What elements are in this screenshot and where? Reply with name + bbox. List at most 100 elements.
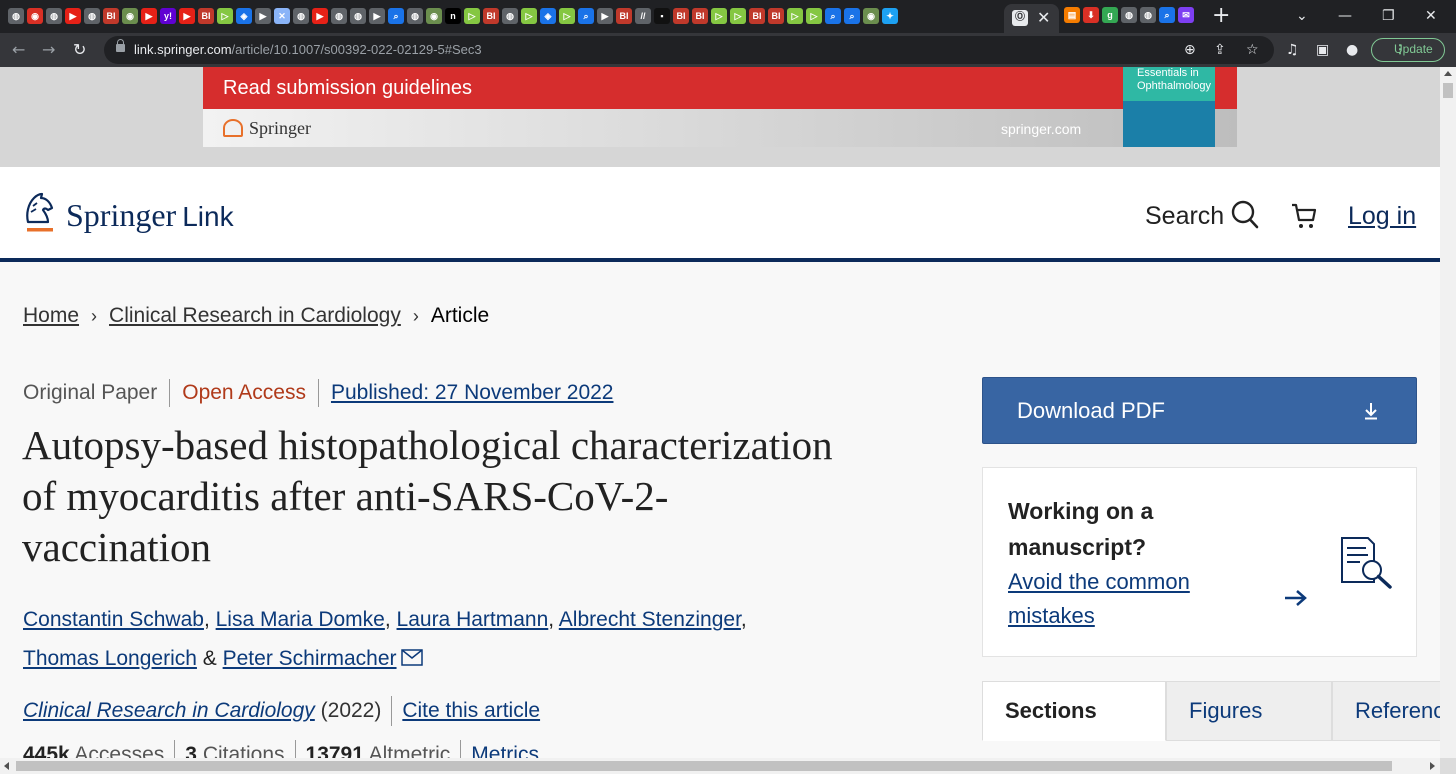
tab-favicon-globe-icon[interactable]: ◍ — [1140, 7, 1156, 23]
tab-favicon-twitter-icon[interactable]: ✦ — [882, 8, 898, 24]
tab-favicon-youtube-icon[interactable]: ▶ — [65, 8, 81, 24]
tab-favicon-rumble-icon[interactable]: ▷ — [559, 8, 575, 24]
tab-favicon-business-insider-icon[interactable]: BI — [103, 8, 119, 24]
tab-favicon-scene-icon[interactable]: ◉ — [863, 8, 879, 24]
forward-button[interactable]: → — [42, 38, 55, 62]
zoom-icon[interactable]: ⊕ — [1184, 38, 1196, 62]
tab-favicon-flag-icon[interactable]: ▶ — [255, 8, 271, 24]
tab-sections[interactable]: Sections — [982, 681, 1166, 741]
tab-favicon-search-icon[interactable]: ⌕ — [578, 8, 594, 24]
ad-image[interactable]: Read submission guidelines Springer spri… — [203, 67, 1237, 147]
vertical-scrollbar[interactable] — [1440, 67, 1456, 774]
breadcrumb-home[interactable]: Home — [23, 304, 79, 327]
tab-favicon-business-insider-icon[interactable]: BI — [616, 8, 632, 24]
tab-favicon-business-insider-icon[interactable]: BI — [749, 8, 765, 24]
minimize-button[interactable]: — — [1338, 5, 1352, 27]
tab-favicon-scene-icon[interactable]: ◉ — [426, 8, 442, 24]
download-pdf-button[interactable]: Download PDF — [982, 377, 1417, 444]
journal-link[interactable]: Clinical Research in Cardiology — [23, 699, 315, 722]
breadcrumb-journal[interactable]: Clinical Research in Cardiology — [109, 304, 401, 327]
tab-favicon-flag-icon[interactable]: ▶ — [597, 8, 613, 24]
tab-favicon-globe-icon[interactable]: ◍ — [84, 8, 100, 24]
scroll-up-icon[interactable] — [1444, 71, 1452, 76]
tab-favicon-rumble-icon[interactable]: ▷ — [730, 8, 746, 24]
close-tab-icon[interactable]: ✕ — [1037, 8, 1050, 28]
tab-search-chevron-icon[interactable]: ⌄ — [1296, 5, 1308, 27]
reload-button[interactable]: ↻ — [73, 38, 86, 62]
tab-favicon-scene-icon[interactable]: ◉ — [27, 8, 43, 24]
tab-favicon-search-icon[interactable]: ⌕ — [1159, 7, 1175, 23]
tab-favicon-mail-icon[interactable]: ✉ — [1178, 7, 1194, 23]
author-link[interactable]: Albrecht Stenzinger — [559, 608, 741, 631]
tab-favicon-ll-icon[interactable]: // — [635, 8, 651, 24]
tab-favicon-youtube-icon[interactable]: ▶ — [312, 8, 328, 24]
url-text[interactable]: link.springer.com/article/10.1007/s00392… — [134, 36, 482, 64]
tab-favicon-globe-icon[interactable]: ◍ — [407, 8, 423, 24]
tab-favicon-map-icon[interactable]: ✕ — [274, 8, 290, 24]
tab-favicon-rumble-icon[interactable]: ▷ — [521, 8, 537, 24]
tab-favicon-business-insider-icon[interactable]: BI — [198, 8, 214, 24]
bookmark-star-icon[interactable]: ☆ — [1246, 38, 1259, 62]
tab-references[interactable]: References — [1332, 681, 1440, 741]
tab-favicon-search-icon[interactable]: ⌕ — [844, 8, 860, 24]
scroll-left-icon[interactable] — [4, 762, 9, 770]
tab-favicon-rumble-icon[interactable]: ▷ — [464, 8, 480, 24]
lock-icon[interactable] — [116, 39, 125, 52]
media-control-icon[interactable]: ♫ — [1286, 38, 1299, 62]
email-icon[interactable] — [400, 649, 423, 666]
tab-favicon-yahoo-icon[interactable]: y! — [160, 8, 176, 24]
tab-favicon-globe-icon[interactable]: ◍ — [293, 8, 309, 24]
arrow-right-icon[interactable] — [1283, 588, 1309, 608]
tab-favicon-bookmark-icon[interactable]: ▤ — [1064, 7, 1080, 23]
tab-favicon-business-insider-icon[interactable]: BI — [692, 8, 708, 24]
tab-favicon-n-icon[interactable]: n — [445, 8, 461, 24]
tab-favicon-business-insider-icon[interactable]: BI — [768, 8, 784, 24]
author-link[interactable]: Thomas Longerich — [23, 647, 197, 670]
tab-favicon-globe-icon[interactable]: ◍ — [46, 8, 62, 24]
tab-favicon-rumble-icon[interactable]: ▷ — [711, 8, 727, 24]
manuscript-link[interactable]: Avoid the common mistakes — [1008, 565, 1228, 633]
cite-article-link[interactable]: Cite this article — [402, 699, 540, 722]
horizontal-scrollbar[interactable] — [0, 758, 1440, 774]
tab-figures[interactable]: Figures — [1166, 681, 1332, 741]
scroll-right-icon[interactable] — [1430, 762, 1435, 770]
author-link[interactable]: Constantin Schwab — [23, 608, 204, 631]
author-link[interactable]: Lisa Maria Domke — [216, 608, 385, 631]
new-tab-button[interactable]: + — [1212, 3, 1230, 29]
update-button[interactable]: Update ⋮ — [1371, 38, 1445, 62]
tab-favicon-youtube-icon[interactable]: ▶ — [141, 8, 157, 24]
cart-icon[interactable] — [1290, 202, 1318, 230]
horizontal-scroll-thumb[interactable] — [16, 761, 1392, 771]
address-bar[interactable]: link.springer.com/article/10.1007/s00392… — [104, 36, 1274, 64]
tab-favicon-youtube-icon[interactable]: ▶ — [179, 8, 195, 24]
author-link[interactable]: Peter Schirmacher — [223, 647, 397, 670]
active-tab[interactable]: Ⓞ ✕ — [1004, 4, 1059, 33]
tab-favicon-rumble-icon[interactable]: ▷ — [217, 8, 233, 24]
tab-favicon-globe-icon[interactable]: ◍ — [331, 8, 347, 24]
search-link[interactable]: Search — [1145, 201, 1224, 231]
tab-favicon-search-icon[interactable]: ⌕ — [825, 8, 841, 24]
tab-favicon-scene-icon[interactable]: ◉ — [122, 8, 138, 24]
tab-favicon-g-icon[interactable]: g — [1102, 7, 1118, 23]
published-date-link[interactable]: Published: 27 November 2022 — [331, 381, 614, 404]
tab-favicon-flag-icon[interactable]: ▶ — [369, 8, 385, 24]
tab-favicon-rumble-icon[interactable]: ▷ — [806, 8, 822, 24]
tab-favicon-search-icon[interactable]: ⌕ — [388, 8, 404, 24]
tab-favicon-shield-icon[interactable]: ◈ — [236, 8, 252, 24]
tab-favicon-rumble-icon[interactable]: ▷ — [787, 8, 803, 24]
restore-button[interactable]: ❐ — [1382, 5, 1395, 27]
tab-favicon-globe-icon[interactable]: ◍ — [1121, 7, 1137, 23]
tab-favicon-download-icon[interactable]: ⬇ — [1083, 7, 1099, 23]
search-icon[interactable] — [1230, 199, 1260, 231]
share-icon[interactable]: ⇪ — [1214, 38, 1226, 62]
vertical-scroll-thumb[interactable] — [1443, 83, 1453, 98]
login-link[interactable]: Log in — [1348, 201, 1416, 231]
tab-favicon-globe-icon[interactable]: ◍ — [350, 8, 366, 24]
side-panel-icon[interactable]: ▣ — [1316, 38, 1329, 62]
profile-icon[interactable]: ● — [1346, 38, 1358, 62]
tab-favicon-globe-icon[interactable]: ◍ — [502, 8, 518, 24]
close-window-button[interactable]: ✕ — [1425, 5, 1437, 27]
tab-favicon-globe-icon[interactable]: ◍ — [8, 8, 24, 24]
tab-favicon-business-insider-icon[interactable]: BI — [483, 8, 499, 24]
back-button[interactable]: ← — [12, 38, 25, 62]
